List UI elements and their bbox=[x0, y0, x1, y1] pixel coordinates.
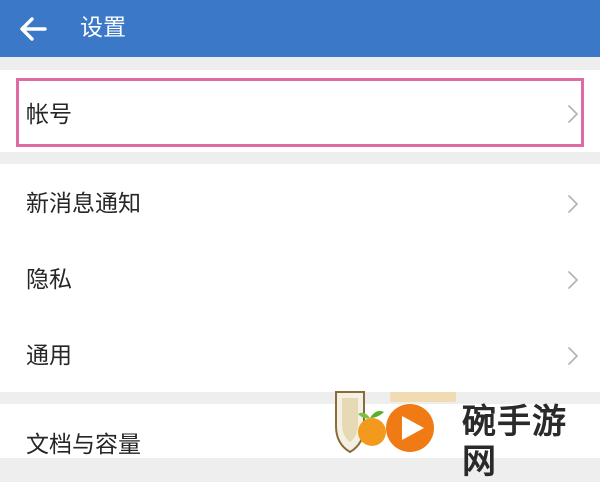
watermark-logo-icon bbox=[335, 391, 456, 454]
settings-item-label: 隐私 bbox=[26, 267, 72, 293]
settings-item-label: 通用 bbox=[26, 343, 72, 369]
settings-item-label: 新消息通知 bbox=[26, 191, 141, 217]
settings-item-label: 帐号 bbox=[26, 102, 72, 128]
watermark: 碗手游网 bbox=[330, 386, 600, 482]
chevron-right-icon bbox=[568, 195, 578, 213]
settings-item-notifications[interactable]: 新消息通知 bbox=[0, 164, 600, 240]
chevron-right-icon bbox=[568, 105, 578, 123]
back-button[interactable] bbox=[14, 10, 52, 48]
settings-item-label: 文档与容量 bbox=[26, 432, 141, 458]
chevron-right-icon bbox=[568, 347, 578, 365]
settings-item-general[interactable]: 通用 bbox=[0, 316, 600, 392]
page-title: 设置 bbox=[80, 15, 126, 41]
watermark-text: 碗手游网 bbox=[462, 402, 567, 482]
arrow-left-icon bbox=[20, 17, 47, 41]
chevron-right-icon bbox=[568, 271, 578, 289]
settings-group-account: 帐号 bbox=[0, 70, 600, 152]
settings-item-privacy[interactable]: 隐私 bbox=[0, 240, 600, 316]
settings-group-main: 新消息通知 隐私 通用 bbox=[0, 164, 600, 392]
app-bar: 设置 bbox=[0, 0, 600, 57]
settings-item-account[interactable]: 帐号 bbox=[0, 70, 600, 152]
